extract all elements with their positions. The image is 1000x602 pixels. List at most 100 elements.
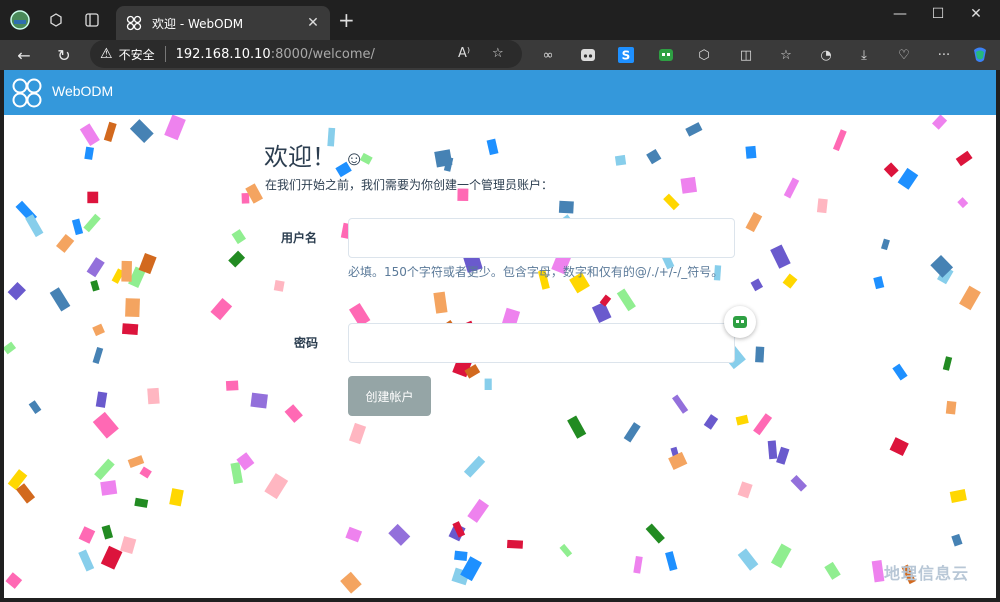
brand-name[interactable]: WebODM	[52, 83, 113, 99]
heart-pulse-icon[interactable]: ♡	[894, 45, 914, 65]
password-field[interactable]	[348, 323, 735, 363]
confetti-piece	[340, 571, 362, 594]
webodm-logo-icon	[126, 15, 142, 31]
confetti-piece	[951, 533, 963, 547]
confetti-piece	[86, 257, 105, 278]
webodm-navbar: WebODM	[4, 70, 996, 115]
confetti-piece	[945, 400, 957, 415]
favorites-icon[interactable]: ☆	[776, 45, 796, 65]
page-title: 欢迎！ ☺	[264, 137, 364, 172]
split-screen-icon[interactable]: ◫	[736, 45, 756, 65]
copilot-icon[interactable]	[970, 45, 990, 65]
browser-toolbar: ← ↻ ⚠ 不安全 192.168.10.10 :8000/welcome/ A…	[0, 40, 1000, 70]
download-icon[interactable]: ⤓	[854, 45, 874, 65]
extension-s-icon[interactable]: S	[616, 45, 636, 65]
plus-icon[interactable]: +	[338, 10, 355, 30]
confetti-piece	[120, 536, 137, 554]
confetti-piece	[125, 298, 140, 318]
confetti-piece	[250, 392, 268, 409]
confetti-piece	[28, 400, 42, 414]
confetti-piece	[782, 273, 798, 289]
confetti-piece	[633, 555, 643, 574]
minimize-icon[interactable]: —	[880, 6, 920, 22]
confetti-piece	[7, 281, 26, 301]
close-icon[interactable]: ✕	[304, 14, 322, 32]
confetti-piece	[121, 260, 132, 282]
extension-bot-icon[interactable]	[578, 45, 598, 65]
welcome-subtitle: 在我们开始之前，我们需要为你创建一个管理员账户：	[265, 178, 554, 192]
address-bar[interactable]: ⚠ 不安全 192.168.10.10 :8000/welcome/ A⁾ ☆	[90, 40, 522, 68]
confetti-piece	[816, 198, 828, 214]
username-field[interactable]	[348, 218, 735, 258]
welcome-heading: 欢迎！	[264, 144, 336, 171]
confetti-piece	[892, 363, 908, 381]
confetti-piece	[121, 323, 139, 335]
confetti-piece	[273, 280, 285, 292]
confetti-piece	[486, 138, 499, 156]
confetti-piece	[559, 543, 573, 558]
confetti-piece	[871, 559, 885, 583]
read-aloud-icon[interactable]: A⁾	[458, 46, 470, 61]
extension-bubble-icon[interactable]	[724, 306, 756, 338]
infinity-icon[interactable]: ∞	[538, 45, 558, 65]
active-tab[interactable]: 欢迎 - WebODM ✕	[116, 6, 330, 40]
refresh-icon[interactable]: ↻	[52, 43, 76, 67]
security-label[interactable]: 不安全	[119, 46, 155, 63]
warning-icon: ⚠	[100, 46, 113, 62]
confetti-piece	[49, 287, 71, 312]
confetti-piece	[129, 119, 154, 143]
svg-text:S: S	[622, 49, 631, 63]
workspaces-icon[interactable]	[46, 10, 66, 30]
history-icon[interactable]: ◔	[816, 45, 836, 65]
confetti-piece	[139, 466, 152, 479]
confetti-piece	[101, 524, 114, 540]
confetti-piece	[284, 404, 303, 423]
confetti-piece	[737, 548, 759, 571]
confetti-piece	[92, 411, 119, 439]
confetti-piece	[87, 191, 99, 204]
confetti-piece	[25, 214, 44, 238]
confetti-piece	[755, 346, 765, 363]
confetti-piece	[228, 250, 246, 268]
back-icon[interactable]: ←	[12, 43, 36, 67]
confetti-piece	[388, 523, 411, 546]
page-viewport: WebODM 欢迎！ ☺ 在我们开始之前，我们需要为你创建一个管理员账户： 用户名…	[4, 70, 996, 598]
confetti-piece	[506, 539, 524, 549]
confetti-piece	[94, 458, 115, 481]
confetti-piece	[567, 415, 587, 439]
confetti-piece	[558, 200, 574, 214]
confetti-piece	[646, 148, 662, 165]
url-host: 192.168.10.10	[175, 46, 271, 62]
confetti-piece	[753, 413, 773, 436]
confetti-piece	[95, 391, 108, 408]
confetti-piece	[745, 211, 763, 233]
confetti-piece	[55, 233, 75, 253]
webodm-logo-icon[interactable]	[11, 77, 43, 109]
confetti-piece	[942, 356, 953, 371]
confetti-piece	[134, 497, 149, 508]
confetti-piece	[889, 437, 909, 457]
maximize-icon[interactable]: ☐	[918, 6, 958, 22]
profile-avatar-icon[interactable]	[10, 10, 30, 30]
confetti-piece	[484, 378, 492, 390]
confetti-piece	[745, 145, 757, 159]
confetti-piece	[668, 451, 688, 471]
confetti-piece	[770, 543, 792, 569]
confetti-piece	[880, 238, 890, 251]
confetti-piece	[767, 440, 778, 460]
extension-icon[interactable]: ⬡	[694, 45, 714, 65]
confetti-piece	[770, 244, 791, 269]
star-icon[interactable]: ☆	[492, 46, 504, 61]
more-icon[interactable]: ···	[934, 45, 954, 65]
window-close-icon[interactable]: ✕	[956, 6, 996, 22]
watermark-text: 地理信息云	[884, 564, 970, 583]
tab-actions-icon[interactable]	[82, 10, 102, 30]
url-path: :8000/welcome/	[270, 46, 375, 62]
create-account-button[interactable]: 创建帐户	[348, 376, 431, 416]
confetti-piece	[591, 301, 612, 324]
confetti-piece	[735, 414, 749, 426]
confetti-piece	[463, 455, 486, 478]
extension-green-icon[interactable]	[656, 45, 676, 65]
confetti-piece	[210, 298, 233, 321]
confetti-piece	[897, 167, 919, 190]
